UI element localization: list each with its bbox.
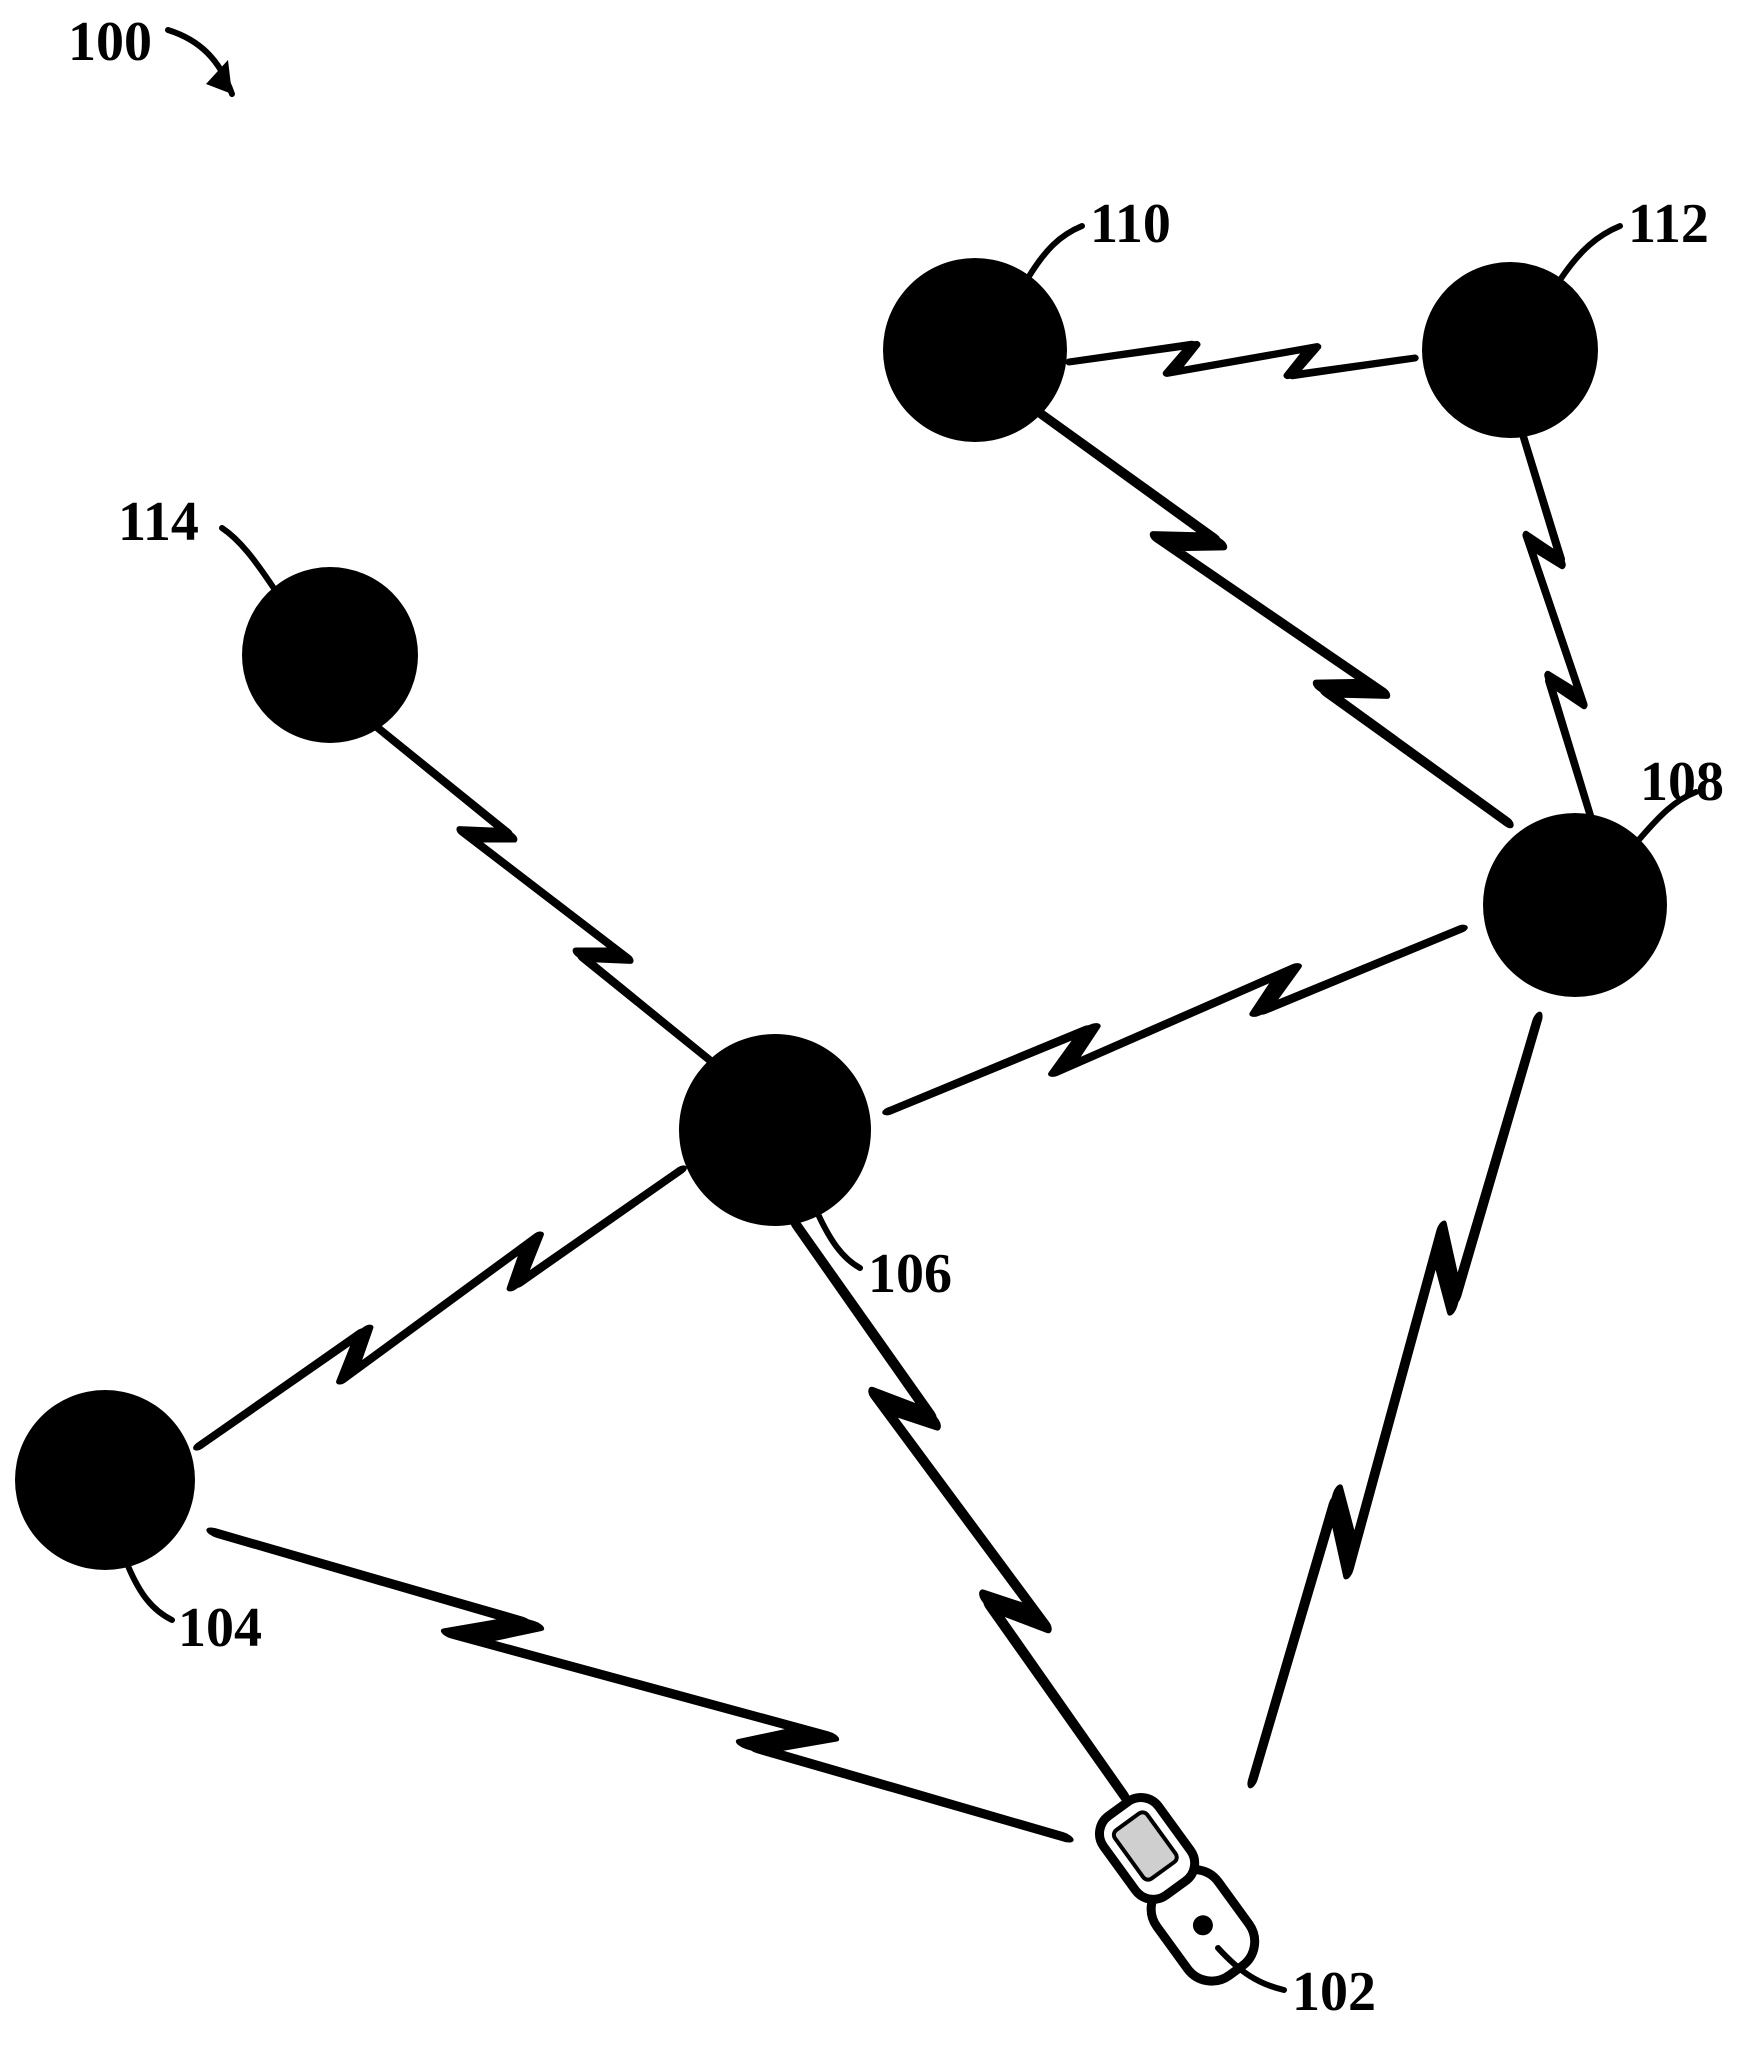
label-102: 102 bbox=[1292, 1961, 1376, 2023]
link-104-106 bbox=[187, 1162, 694, 1454]
link-106-102 bbox=[786, 1208, 1134, 1811]
link-114-106 bbox=[368, 707, 721, 1082]
label-106: 106 bbox=[868, 1243, 952, 1305]
figure-ref-100: 100 bbox=[68, 11, 232, 94]
link-104-102 bbox=[213, 1505, 1068, 1865]
label-100: 100 bbox=[68, 11, 152, 73]
callouts: 110 112 114 108 106 104 102 bbox=[118, 193, 1724, 2023]
label-110: 110 bbox=[1090, 193, 1171, 255]
link-110-112 bbox=[1069, 338, 1415, 382]
link-108-102 bbox=[1224, 1017, 1566, 1784]
link-112-108 bbox=[1510, 417, 1600, 823]
device-102 bbox=[1088, 1786, 1267, 1992]
wireless-links bbox=[187, 338, 1600, 1865]
node-106 bbox=[679, 1034, 871, 1226]
link-106-108 bbox=[882, 920, 1468, 1119]
label-108: 108 bbox=[1640, 751, 1724, 813]
node-110 bbox=[883, 258, 1067, 442]
network-diagram: 100 bbox=[0, 0, 1738, 2059]
link-110-108 bbox=[1025, 385, 1514, 845]
node-114 bbox=[242, 567, 418, 743]
label-112: 112 bbox=[1628, 193, 1709, 255]
label-104: 104 bbox=[178, 1597, 262, 1659]
nodes bbox=[15, 258, 1667, 1570]
label-114: 114 bbox=[118, 491, 199, 553]
node-104 bbox=[15, 1390, 195, 1570]
node-112 bbox=[1422, 262, 1598, 438]
